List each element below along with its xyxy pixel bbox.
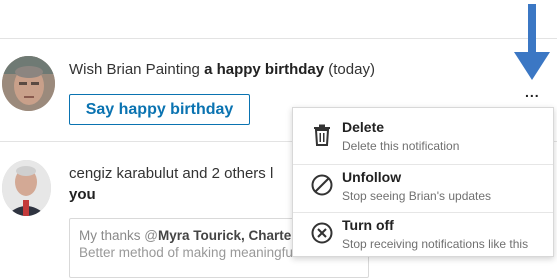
birthday-notification-text[interactable]: Wish Brian Painting a happy birthday (to…	[69, 61, 375, 78]
avatar[interactable]	[2, 56, 55, 111]
annotation-arrow-icon	[514, 4, 550, 80]
birthday-text-emphasis: a happy birthday	[204, 61, 325, 78]
avatar[interactable]	[2, 160, 51, 216]
menu-item-turn-off[interactable]: Turn off Stop receiving notifications li…	[293, 212, 553, 261]
no-entry-icon	[311, 174, 333, 196]
comment-mention: Myra Tourick, Charte	[157, 228, 292, 243]
menu-item-subtitle: Delete this notification	[342, 139, 460, 153]
person-photo-icon	[2, 56, 55, 111]
close-circle-icon	[311, 222, 333, 244]
menu-item-title: Unfollow	[342, 169, 402, 185]
menu-item-subtitle: Stop receiving notifications like this	[342, 237, 529, 251]
menu-item-unfollow[interactable]: Unfollow Stop seeing Brian's updates	[293, 164, 553, 213]
birthday-text-prefix: Wish Brian Painting	[69, 61, 205, 78]
top-divider	[0, 38, 557, 39]
notification-text-continued[interactable]: you	[69, 186, 96, 203]
menu-item-title: Delete	[342, 119, 385, 135]
notification-text[interactable]: cengiz karabulut and 2 others l	[69, 165, 273, 182]
person-photo-icon	[2, 160, 51, 216]
menu-item-subtitle: Stop seeing Brian's updates	[342, 189, 492, 203]
more-options-button[interactable]: ...	[525, 84, 540, 100]
trash-icon	[314, 124, 330, 146]
menu-item-delete[interactable]: Delete Delete this notification	[293, 115, 553, 163]
notification-options-menu: Delete Delete this notification Unfollow…	[292, 107, 554, 257]
birthday-text-suffix: (today)	[324, 61, 375, 78]
comment-prefix: My thanks @	[79, 228, 158, 243]
say-happy-birthday-button[interactable]: Say happy birthday	[69, 94, 250, 125]
menu-item-title: Turn off	[342, 217, 394, 233]
